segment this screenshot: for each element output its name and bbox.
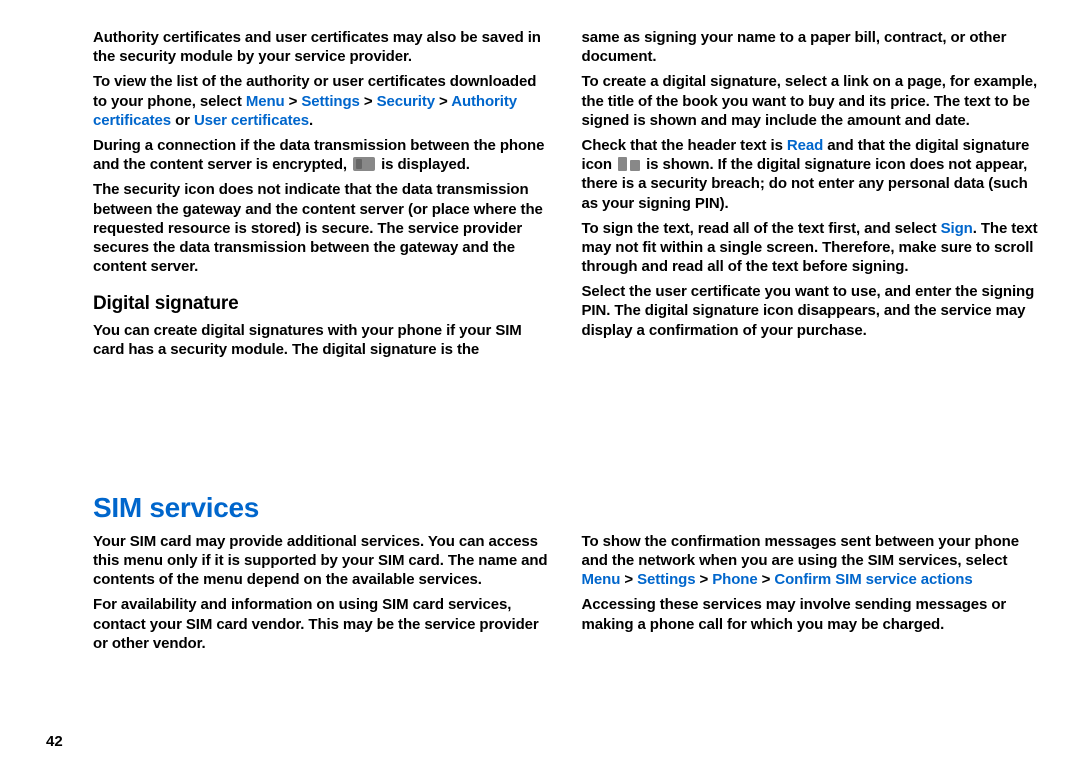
menu-path: User certificates [194,112,309,129]
page-number: 42 [46,732,63,751]
ui-label-sign: Sign [941,220,973,237]
page: Authority certificates and user certific… [0,0,1080,667]
menu-path: Phone [712,571,757,588]
body-text: For availability and information on usin… [93,595,554,653]
body-text: You can create digital signatures with y… [93,321,554,359]
sim-columns: Your SIM card may provide additional ser… [93,532,1042,667]
body-text: During a connection if the data transmis… [93,136,554,174]
body-text: Select the user certificate you want to … [582,282,1043,340]
ui-label-read: Read [787,137,823,154]
menu-path: Settings [637,571,695,588]
menu-path: Menu [246,93,285,110]
menu-path: Settings [301,93,359,110]
body-text: To create a digital signature, select a … [582,72,1043,130]
body-text: The security icon does not indicate that… [93,180,554,276]
body-text: To view the list of the authority or use… [93,72,554,130]
body-text: To sign the text, read all of the text f… [582,219,1043,277]
encryption-icon [353,157,375,171]
heading-digital-signature: Digital signature [93,292,554,316]
section-security: Authority certificates and user certific… [0,28,1080,468]
heading-sim-services: SIM services [93,490,1042,526]
body-text: Accessing these services may involve sen… [582,595,1043,633]
menu-path: Security [377,93,435,110]
section-sim-services: SIM services Your SIM card may provide a… [0,490,1080,667]
menu-path: Confirm SIM service actions [774,571,972,588]
body-text: same as signing your name to a paper bil… [582,28,1043,66]
subsection-digital-signature: Digital signature You can create digital… [93,292,554,359]
body-text: Authority certificates and user certific… [93,28,554,66]
body-text: To show the confirmation messages sent b… [582,532,1043,590]
menu-path: Menu [582,571,621,588]
body-text: Your SIM card may provide additional ser… [93,532,554,590]
digital-signature-icon [618,157,640,171]
body-text: Check that the header text is Read and t… [582,136,1043,213]
